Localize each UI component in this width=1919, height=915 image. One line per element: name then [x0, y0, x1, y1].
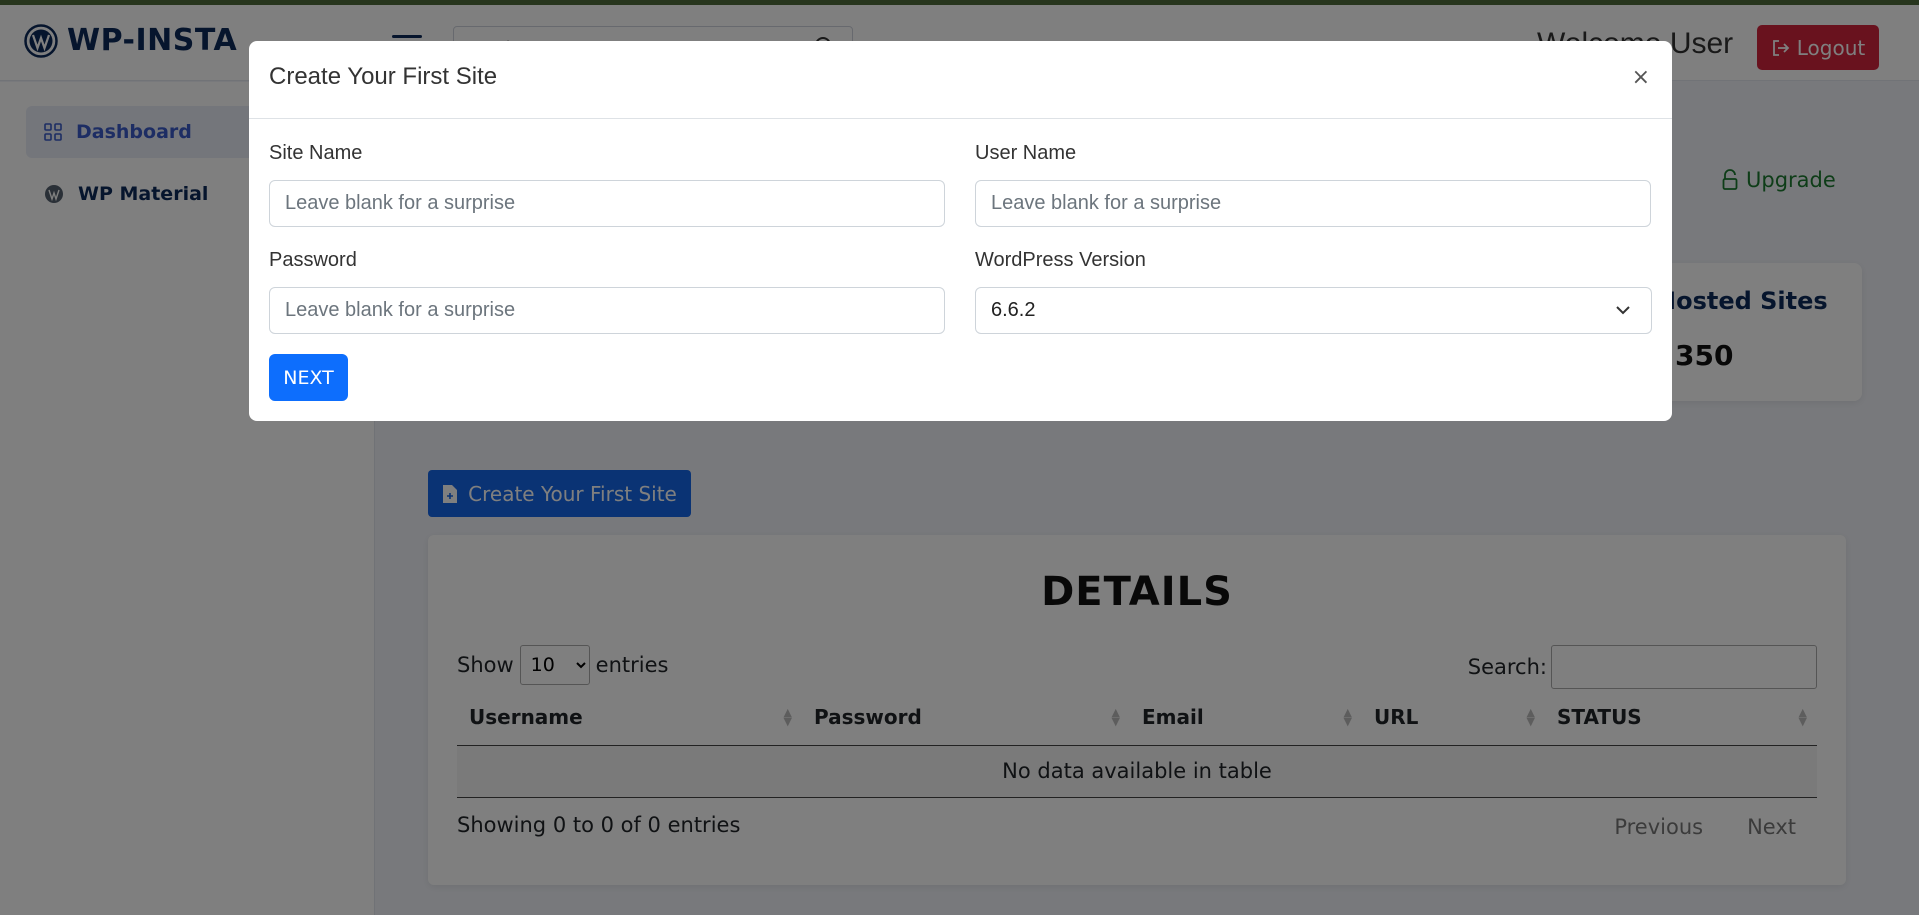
wp-version-select[interactable]: 6.6.2 [975, 287, 1652, 334]
create-site-modal: Create Your First Site × Site Name User … [249, 41, 1672, 421]
modal-title: Create Your First Site [269, 63, 498, 90]
site-name-input[interactable] [269, 180, 945, 227]
site-name-label: Site Name [269, 142, 363, 164]
user-name-input[interactable] [975, 180, 1651, 227]
chevron-down-icon [1616, 306, 1630, 315]
password-label: Password [269, 249, 357, 271]
user-name-label: User Name [975, 142, 1077, 164]
wp-version-value: 6.6.2 [991, 299, 1036, 321]
close-icon[interactable]: × [1632, 65, 1650, 90]
wp-version-label: WordPress Version [975, 249, 1146, 271]
next-button[interactable]: NEXT [269, 354, 348, 401]
password-input[interactable] [269, 287, 945, 334]
modal-header: Create Your First Site × [249, 41, 1672, 119]
